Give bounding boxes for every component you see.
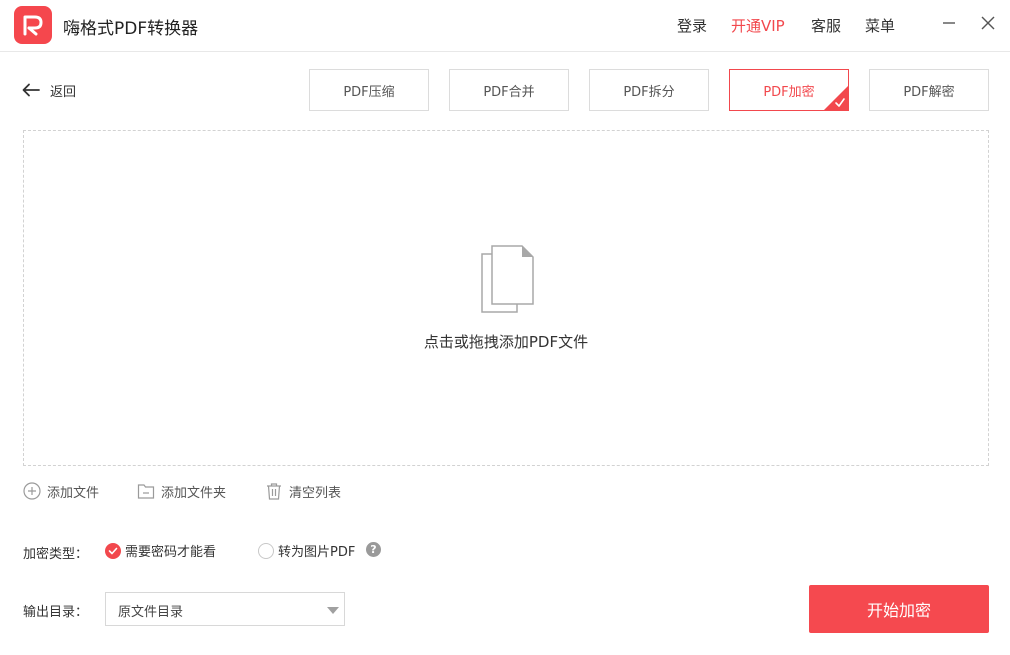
help-icon[interactable]: ? [366, 542, 381, 557]
tab-pdf-compress[interactable]: PDF压缩 [309, 69, 429, 111]
radio-convert-to-image-pdf[interactable]: 转为图片PDF [258, 541, 355, 560]
minimize-icon [943, 22, 955, 24]
checkmark-corner-icon [824, 86, 848, 110]
tab-pdf-encrypt[interactable]: PDF加密 [729, 69, 849, 111]
service-link[interactable]: 客服 [811, 15, 841, 36]
back-button[interactable]: 返回 [22, 80, 76, 100]
output-dir-value: 原文件目录 [118, 605, 184, 620]
output-dir-select[interactable]: 原文件目录 [105, 592, 345, 626]
close-button[interactable] [978, 13, 998, 33]
vip-link[interactable]: 开通VIP [731, 15, 785, 36]
arrow-left-icon [22, 83, 40, 97]
menu-link[interactable]: 菜单 [865, 15, 895, 36]
drop-zone-text: 点击或拖拽添加PDF文件 [423, 333, 589, 351]
tab-pdf-decrypt[interactable]: PDF解密 [869, 69, 989, 111]
close-icon [981, 16, 995, 30]
radio-password-required[interactable]: 需要密码才能看 [105, 541, 216, 560]
clear-list-label: 清空列表 [289, 485, 342, 501]
output-dir-label: 输出目录： [23, 605, 89, 620]
back-label: 返回 [50, 84, 77, 100]
radio-password-required-label: 需要密码才能看 [125, 545, 217, 560]
documents-icon [481, 245, 534, 313]
trash-icon [267, 483, 281, 500]
minimize-button[interactable] [939, 13, 959, 33]
caret-down-icon [327, 607, 339, 614]
tab-pdf-split[interactable]: PDF拆分 [589, 69, 709, 111]
clear-list-button[interactable]: 清空列表 [265, 481, 341, 501]
radio-convert-to-image-pdf-label: 转为图片PDF [278, 545, 356, 560]
tab-pdf-encrypt-label: PDF加密 [763, 84, 815, 100]
radio-unchecked-icon [258, 542, 274, 559]
title-bar: 嗨格式PDF转换器 登录 开通VIP 客服 菜单 [0, 0, 1010, 52]
add-file-label: 添加文件 [47, 485, 100, 501]
file-drop-zone[interactable]: 点击或拖拽添加PDF文件 [23, 130, 989, 466]
app-title: 嗨格式PDF转换器 [63, 19, 199, 39]
folder-icon [137, 484, 155, 499]
add-folder-button[interactable]: 添加文件夹 [137, 481, 226, 501]
start-encrypt-button[interactable]: 开始加密 [809, 585, 989, 633]
encryption-type-label: 加密类型： [23, 547, 89, 562]
add-folder-label: 添加文件夹 [161, 485, 227, 501]
tab-pdf-merge[interactable]: PDF合并 [449, 69, 569, 111]
login-link[interactable]: 登录 [677, 15, 707, 36]
radio-checked-icon [105, 542, 121, 559]
plus-circle-icon [23, 482, 41, 500]
add-file-button[interactable]: 添加文件 [23, 481, 99, 501]
app-logo-icon [14, 6, 52, 44]
